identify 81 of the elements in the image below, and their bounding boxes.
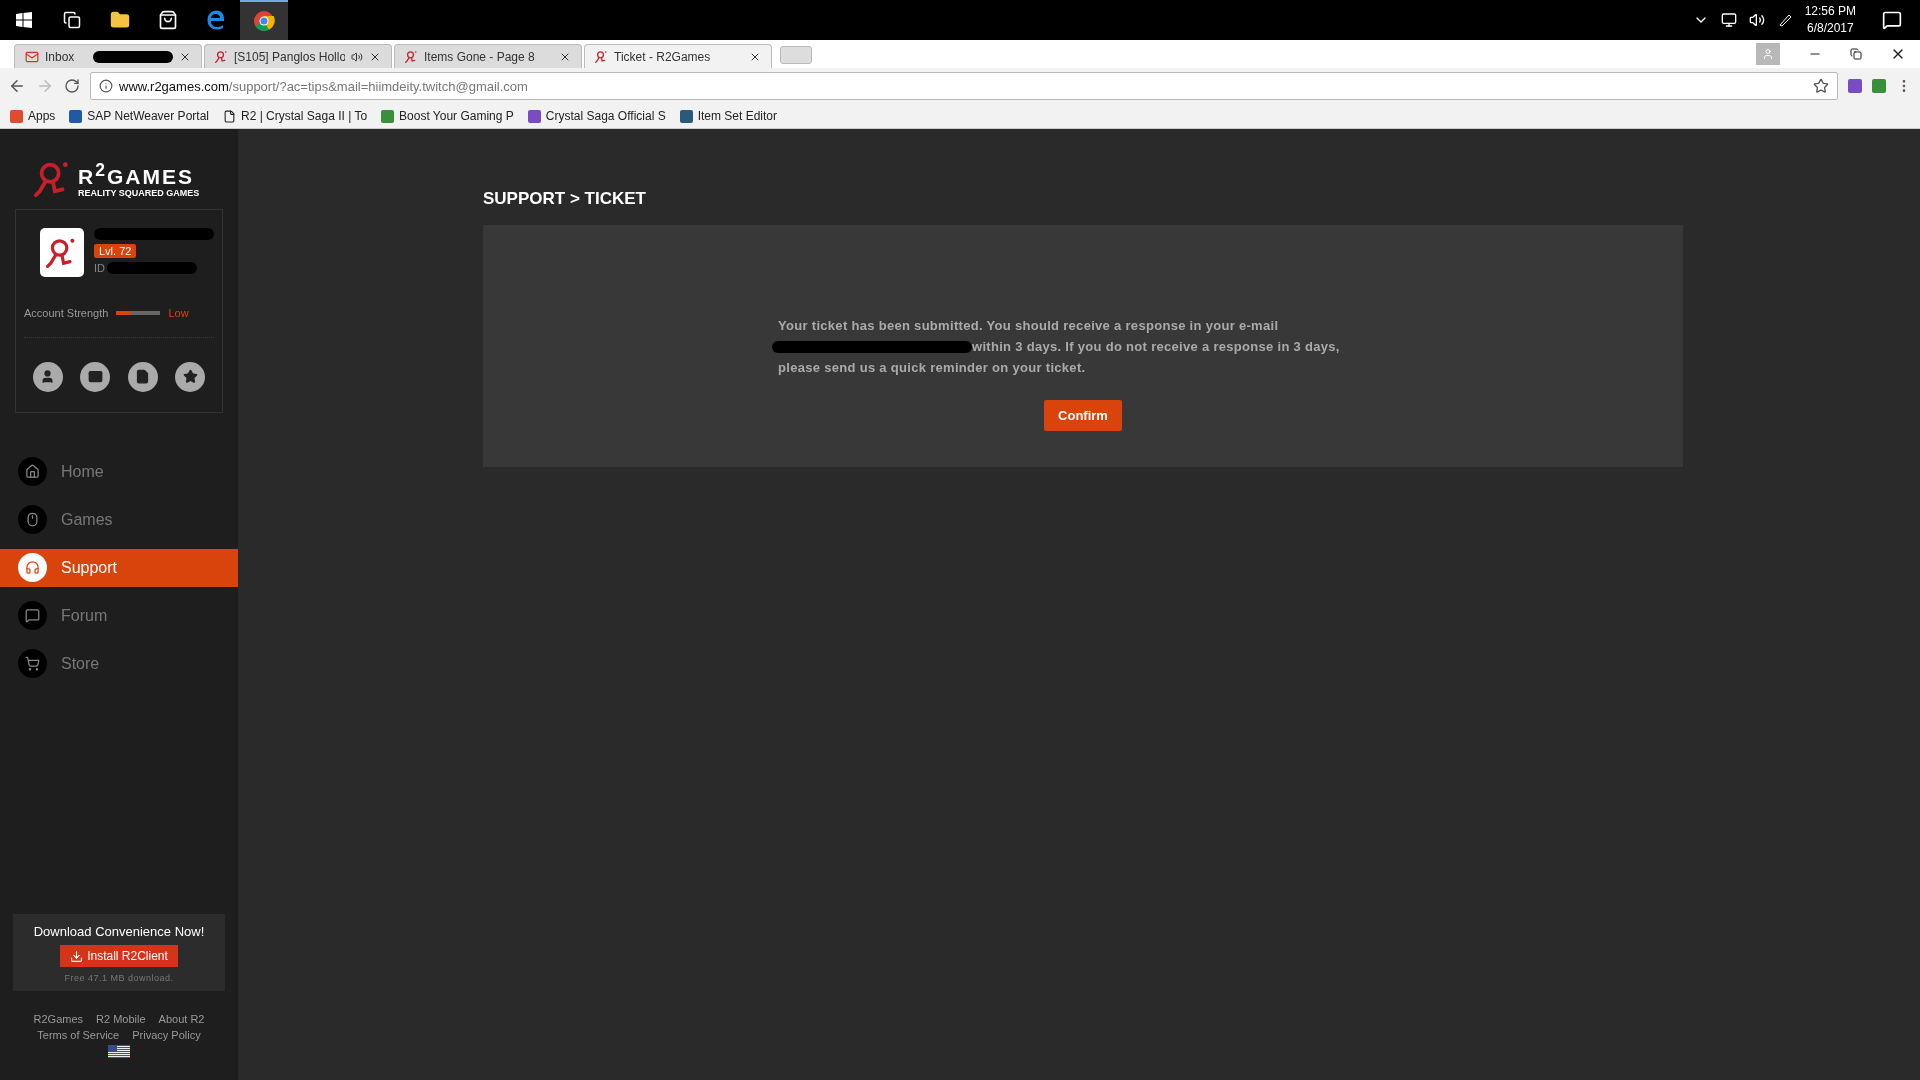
address-bar[interactable]: www.r2games.com/support/?ac=tips&mail=hiimdeity.twitch@gmail.com: [90, 72, 1838, 100]
browser-tab[interactable]: Ticket - R2Games: [584, 44, 772, 68]
windows-logo-icon: [16, 12, 32, 28]
nav-item[interactable]: Store: [0, 644, 238, 683]
download-title: Download Convenience Now!: [33, 924, 205, 939]
task-view-icon: [63, 11, 81, 29]
mail-button[interactable]: [80, 361, 111, 392]
footer-link[interactable]: Terms of Service: [37, 1029, 120, 1041]
logo-subtitle: REALITY SQUARED GAMES: [78, 188, 200, 199]
url-host: www.r2games.com: [119, 78, 229, 94]
download-icon: [70, 949, 84, 963]
install-button[interactable]: Install R2Client: [60, 945, 178, 967]
tab-title: Inbox: [45, 49, 76, 64]
bookmark[interactable]: Apps: [10, 109, 56, 123]
clock[interactable]: 12:56 PM 6/8/2017: [1804, 3, 1856, 37]
headset-icon: [18, 553, 47, 583]
nav-item[interactable]: Home: [0, 452, 238, 491]
footer-link[interactable]: About R2: [158, 1013, 205, 1025]
page-icon: [223, 109, 236, 123]
url-path: /support/?ac=tips&mail=hiimdeity.twitch@gmail.com: [228, 78, 528, 94]
bookmark[interactable]: Crystal Saga Official S: [527, 109, 666, 123]
bookmark-icon: [69, 109, 83, 123]
level-badge: Lvl. 72: [94, 243, 137, 258]
bookmark[interactable]: R2 | Crystal Saga II | To: [223, 109, 368, 123]
notes-button[interactable]: [127, 361, 158, 392]
restore-icon[interactable]: [1850, 48, 1862, 60]
volume-icon[interactable]: [1748, 12, 1765, 28]
confirm-button[interactable]: Confirm: [1044, 400, 1122, 431]
back-icon[interactable]: [8, 77, 26, 95]
bookmark-icon: [10, 109, 23, 123]
strength-label: Account Strength: [24, 306, 109, 319]
home-icon: [18, 457, 47, 487]
browser-e-icon: [205, 9, 227, 31]
bookmark-star-icon[interactable]: [1813, 78, 1829, 94]
bookmark-icon: [679, 109, 693, 123]
mouse-icon: [18, 505, 47, 535]
footer-link[interactable]: R2 Mobile: [96, 1013, 146, 1025]
bookmark[interactable]: Item Set Editor: [679, 109, 777, 123]
nav-item[interactable]: Games: [0, 500, 238, 539]
strength-value: Low: [168, 306, 189, 319]
footer-link[interactable]: Privacy Policy: [132, 1029, 201, 1041]
shopping-bag-icon: [158, 10, 178, 30]
message-text: within 3 days. If you do not receive a response in 3 days,: [972, 338, 1340, 356]
chat-icon: [18, 601, 47, 631]
nav-item[interactable]: Forum: [0, 596, 238, 635]
star-icon: [182, 369, 198, 385]
footer-link[interactable]: R2Games: [33, 1013, 84, 1025]
browser-tab[interactable]: Inbox: [14, 44, 202, 68]
bookmark-icon: [381, 109, 395, 123]
info-icon: [99, 79, 113, 93]
star-button[interactable]: [175, 361, 206, 392]
runner-logo-icon: [595, 49, 608, 64]
tab-title: Items Gone - Page 8: [424, 49, 536, 64]
person-icon: [1762, 48, 1774, 60]
chrome-icon: [253, 10, 275, 32]
tab-title: [S105] Panglos Hollo: [234, 49, 345, 64]
runner-logo-icon: [215, 49, 228, 64]
runner-logo-icon: [405, 49, 418, 64]
bookmark[interactable]: SAP NetWeaver Portal: [69, 109, 209, 123]
download-note: Free 47.1 MB download.: [64, 973, 174, 983]
bookmark[interactable]: Boost Your Gaming P: [381, 109, 514, 123]
notifications-icon[interactable]: [1882, 10, 1902, 30]
browser-tab[interactable]: [S105] Panglos Hollo: [204, 44, 392, 68]
chrome-button[interactable]: [240, 0, 288, 40]
folder-icon: [110, 10, 130, 30]
logo-title: R$^{2}$GAMES: [78, 159, 195, 189]
reload-icon[interactable]: [64, 78, 80, 94]
profile-icon: [40, 369, 56, 385]
browser-tab[interactable]: Items Gone - Page 8: [394, 44, 582, 68]
tab-title: Ticket - R2Games: [614, 49, 712, 64]
notes-icon: [135, 369, 151, 385]
network-icon[interactable]: [1720, 12, 1737, 28]
bookmark-icon: [527, 109, 541, 123]
message-text: Your ticket has been submitted. You should receive a response in your e-mail: [778, 317, 1280, 335]
profile-button[interactable]: [32, 361, 63, 392]
nav-item[interactable]: Support: [0, 548, 238, 587]
flag-icon[interactable]: [108, 1045, 130, 1058]
message-text: please send us a quick reminder on your ticket.: [778, 359, 1087, 377]
id-label: ID: [94, 261, 105, 274]
breadcrumb: SUPPORT > TICKET: [483, 189, 647, 209]
cart-icon: [18, 649, 47, 679]
